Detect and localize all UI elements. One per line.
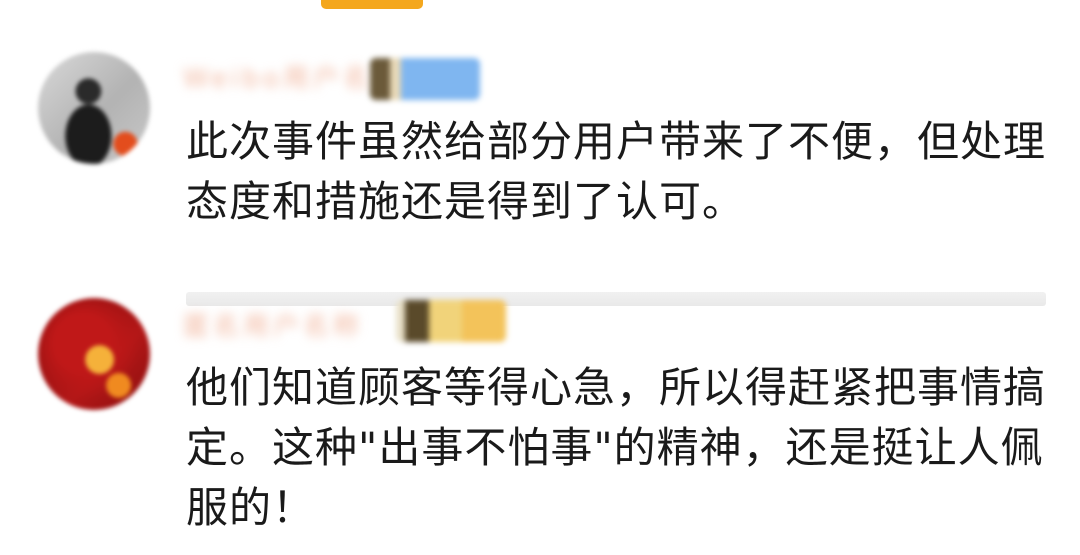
comment-text: 他们知道顾客等得心急，所以得赶紧把事情搞定。这种"出事不怕事"的精神，还是挺让人… [186, 363, 1047, 532]
username[interactable]: Weibo用户名 [183, 60, 373, 98]
user-badge-icon [370, 58, 480, 100]
avatar[interactable] [38, 52, 150, 164]
comment-text: 此次事件虽然给部分用户带来了不便，但处理态度和措施还是得到了认可。 [186, 117, 1047, 226]
comment-item: 匿名用户名称 他们知道顾客等得心急，所以得赶紧把事情搞定。这种"出事不怕事"的精… [0, 288, 1080, 555]
comment-item: Weibo用户名 此次事件虽然给部分用户带来了不便，但处理态度和措施还是得到了认… [0, 40, 1080, 306]
active-tab-indicator [321, 0, 423, 9]
username[interactable]: 匿名用户名称 [183, 308, 363, 346]
avatar[interactable] [38, 298, 150, 410]
user-badge-icon [396, 300, 506, 342]
